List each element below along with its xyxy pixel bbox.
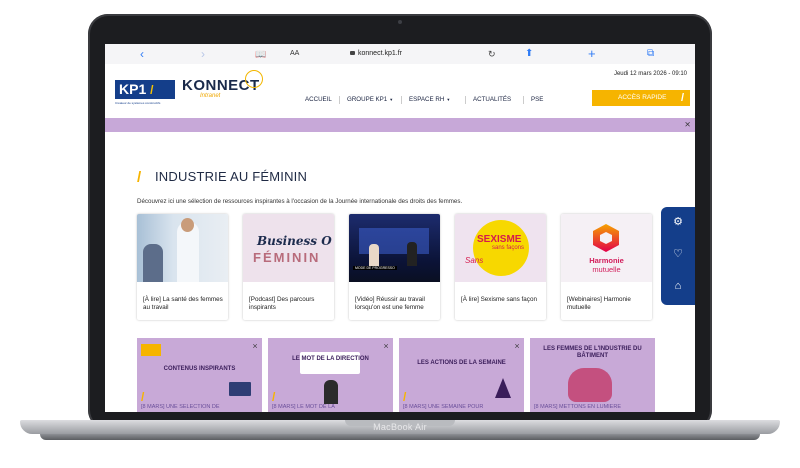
card-label: [À lire] La santé des femmes au travail: [143, 296, 223, 311]
nav-divider: [523, 96, 524, 104]
nav-espace-rh[interactable]: ESPACE RH ▼: [409, 94, 450, 106]
date-text: Jeudi 12 mars 2026 - 09:10: [613, 71, 687, 77]
nav-divider: [465, 96, 466, 104]
card-label: [À lire] Sexisme sans façon: [461, 296, 537, 303]
sex-title: SEXISME: [477, 234, 522, 245]
sexisme-icon: SEXISME sans façons Sans: [455, 214, 546, 282]
silhouette-icon: [568, 368, 612, 402]
kp1-slash-mark: /: [150, 83, 154, 97]
card-label: [Webinaires] Harmonie mutuelle: [567, 296, 631, 311]
slash-mark-icon: /: [272, 390, 276, 404]
new-tab-icon[interactable]: +: [588, 47, 596, 61]
harm-sub: mutuelle: [592, 265, 621, 274]
podium-icon: [495, 378, 511, 398]
resource-card[interactable]: [À lire] La santé des femmes au travail: [137, 214, 228, 320]
harm-title: Harmonie: [589, 256, 624, 265]
highlight-caption: [8 MARS] LE MOT DE LA: [272, 404, 335, 410]
acces-rapide-button[interactable]: ACCÈS RAPIDE /: [592, 90, 690, 106]
logo-mark-icon: ⨯: [514, 343, 520, 350]
sex-script: Sans: [465, 256, 484, 265]
laptop-icon: [229, 382, 251, 396]
business-o-feminin-icon: Business O FÉMININ: [243, 214, 334, 282]
resource-cards: [À lire] La santé des femmes au travail …: [137, 214, 657, 320]
tabs-icon[interactable]: ⧉: [647, 47, 654, 61]
doctor-photo-icon: [137, 214, 228, 282]
logo-mark-icon: ⨯: [383, 343, 389, 350]
nav-pse[interactable]: PSE: [531, 94, 543, 106]
nav-groupe-kp1[interactable]: GROUPE KP1 ▼: [347, 94, 393, 106]
konnect-circle-icon: [245, 70, 263, 88]
highlight-caption: [8 MARS] UNE SÉLECTION DE: [141, 404, 220, 410]
purple-banner: ⨯: [105, 118, 695, 132]
slash-mark-icon: /: [403, 390, 407, 404]
share-icon[interactable]: ⬆: [525, 47, 533, 61]
highlight-caption: [8 MARS] METTONS EN LUMIÈRE: [534, 404, 621, 410]
video-tag: MODE DE PROGRESSO: [353, 266, 397, 270]
studio-person: [407, 242, 417, 266]
studio-person: [369, 244, 379, 266]
resource-card[interactable]: MODE DE PROGRESSO [Vidéo] Réussir au tra…: [349, 214, 440, 320]
nav-divider: [401, 96, 402, 104]
konnect-sub: Intranet: [200, 93, 221, 99]
reader-aa-button[interactable]: AA: [290, 47, 299, 61]
graduation-cap-icon[interactable]: ⌂: [671, 279, 685, 293]
reload-button[interactable]: ↻: [488, 47, 496, 61]
highlight-card[interactable]: LES FEMMES DE L'INDUSTRIE DU BÂTIMENT [8…: [530, 338, 655, 412]
banner-logo-icon: ⨯: [684, 120, 691, 129]
highlight-card[interactable]: LES ACTIONS DE LA SEMAINE ⨯ / [8 MARS] U…: [399, 338, 524, 412]
highlight-title: CONTENUS INSPIRANTS: [163, 366, 236, 372]
heart-hands-icon[interactable]: ♡: [671, 247, 685, 261]
sex-sub: sans façons: [492, 245, 525, 251]
laptop-frame: MacBook Air ‹ › 📖 AA konnect.kp1.fr ↻ ⬆ …: [0, 0, 800, 468]
harmonie-logo-icon: Harmonie mutuelle: [561, 214, 652, 282]
highlight-card[interactable]: CONTENUS INSPIRANTS ⨯ / [8 MARS] UNE SÉL…: [137, 338, 262, 412]
lock-icon: [350, 51, 355, 55]
card-label: [Podcast] Des parcours inspirants: [249, 296, 315, 311]
kp1-logo[interactable]: KP1 /: [115, 80, 175, 99]
site-header: KP1 / Créateur de systèmes constructifs …: [105, 64, 695, 118]
resource-card[interactable]: Business O FÉMININ [Podcast] Des parcour…: [243, 214, 334, 320]
slash-mark-icon: /: [680, 92, 684, 104]
tv-icon: [141, 344, 161, 356]
screen: ‹ › 📖 AA konnect.kp1.fr ↻ ⬆ + ⧉ KP1 / Cr…: [105, 44, 695, 412]
patient-figure: [143, 244, 163, 282]
person-icon: [324, 380, 338, 404]
back-button[interactable]: ‹: [140, 47, 144, 61]
highlight-card[interactable]: LE MOT DE LA DIRECTION ⨯ / [8 MARS] LE M…: [268, 338, 393, 412]
nav-accueil[interactable]: ACCUEIL: [305, 94, 332, 106]
tv-studio-icon: MODE DE PROGRESSO: [349, 214, 440, 282]
book-icon[interactable]: 📖: [255, 47, 266, 61]
highlight-title: LE MOT DE LA DIRECTION: [292, 356, 369, 362]
highlight-title: LES ACTIONS DE LA SEMAINE: [417, 360, 506, 366]
logo-mark-icon: ⨯: [252, 343, 258, 350]
laptop-base-foot: [40, 434, 760, 440]
highlight-caption: [8 MARS] UNE SEMAINE POUR: [403, 404, 484, 410]
nav-actualites[interactable]: ACTUALITÉS: [473, 94, 511, 106]
slash-mark-icon: /: [141, 390, 145, 404]
page-intro: Découvrez ici une sélection de ressource…: [137, 198, 463, 205]
support-icon[interactable]: ⚙: [671, 215, 685, 229]
highlight-title: LES FEMMES DE L'INDUSTRIE DU BÂTIMENT: [543, 346, 642, 359]
card-label: [Vidéo] Réussir au travail lorsqu'on est…: [355, 296, 425, 311]
resource-card[interactable]: SEXISME sans façons Sans [À lire] Sexism…: [455, 214, 546, 320]
doctor-head: [181, 218, 194, 232]
address-bar[interactable]: AA konnect.kp1.fr ↻: [290, 47, 505, 61]
url-text: konnect.kp1.fr: [350, 47, 402, 61]
laptop-label: MacBook Air: [373, 422, 427, 432]
biz-subtitle: FÉMININ: [253, 250, 321, 265]
highlight-cards: CONTENUS INSPIRANTS ⨯ / [8 MARS] UNE SÉL…: [137, 338, 657, 412]
quick-dock: ⚙ ♡ ⌂: [661, 207, 695, 305]
page-title: INDUSTRIE AU FÉMININ: [155, 169, 308, 184]
biz-title: Business O: [257, 234, 332, 248]
resource-card[interactable]: Harmonie mutuelle [Webinaires] Harmonie …: [561, 214, 652, 320]
title-slash-icon: /: [137, 169, 142, 186]
kp1-tagline: Créateur de systèmes constructifs: [115, 101, 161, 105]
browser-toolbar: ‹ › 📖 AA konnect.kp1.fr ↻ ⬆ + ⧉: [105, 44, 695, 65]
nav-divider: [339, 96, 340, 104]
forward-button[interactable]: ›: [201, 47, 205, 61]
caret-down-icon: ▼: [389, 97, 394, 102]
caret-down-icon: ▼: [446, 97, 451, 102]
camera-dot: [398, 20, 402, 24]
